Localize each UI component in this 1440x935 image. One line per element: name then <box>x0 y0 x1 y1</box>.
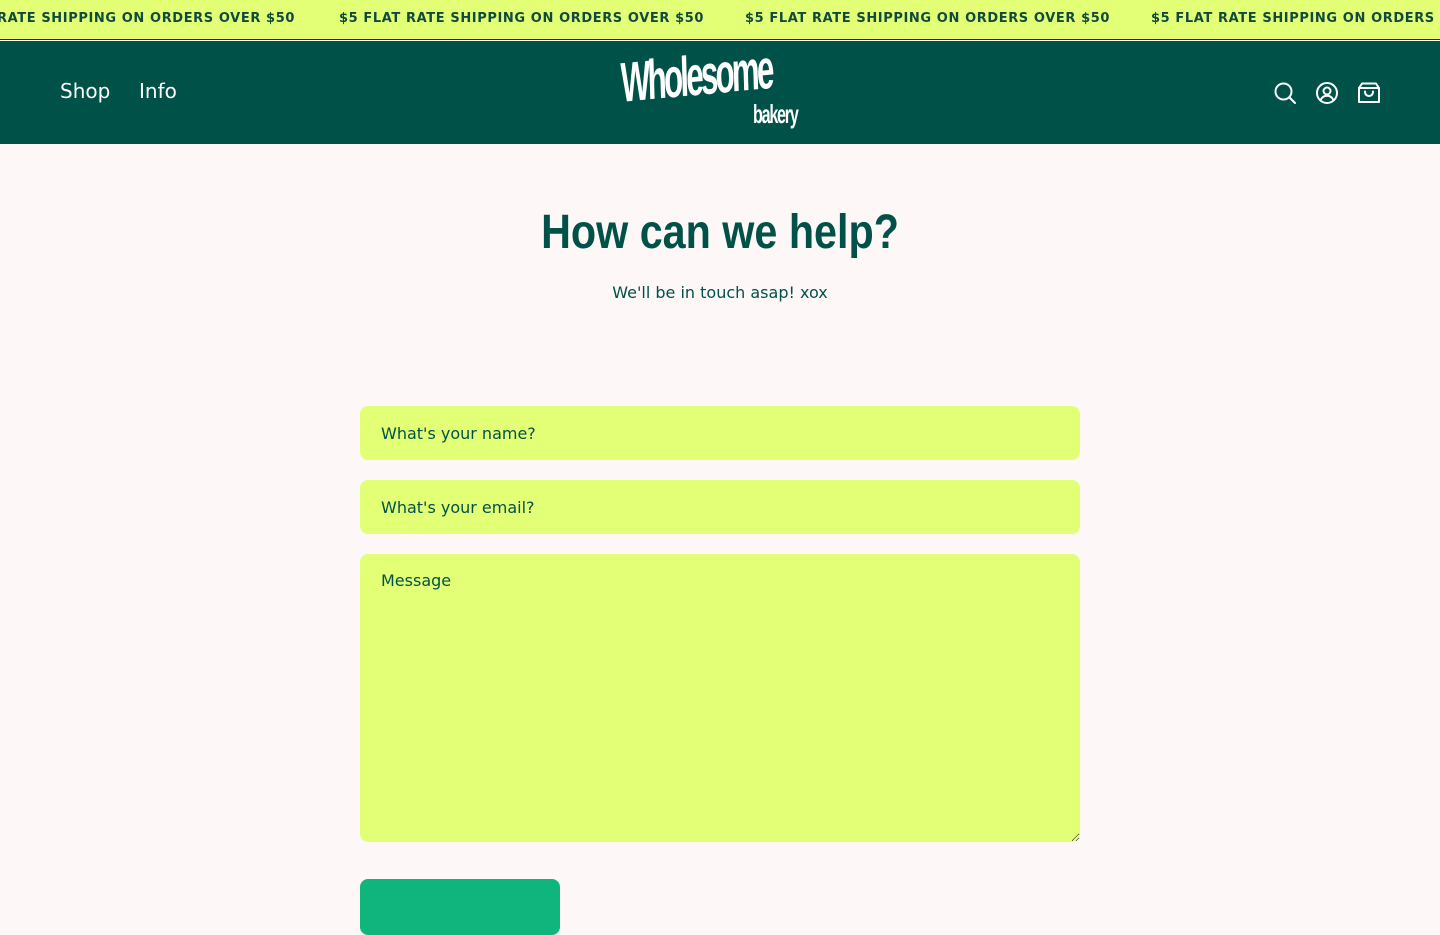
cart-icon[interactable] <box>1357 81 1381 105</box>
announcement-text: $5 FLAT RATE SHIPPING ON ORDERS OVER $50 <box>745 11 1111 26</box>
announcement-text: $5 FLAT RATE SHIPPING ON ORDERS OV <box>1151 11 1440 26</box>
announcement-text: RATE SHIPPING ON ORDERS OVER $50 <box>0 11 295 26</box>
nav-link-info[interactable]: Info <box>139 79 177 103</box>
search-icon[interactable] <box>1273 81 1297 105</box>
submit-button[interactable] <box>360 879 560 935</box>
logo-subtitle: bakery <box>753 99 799 129</box>
announcement-text: $5 FLAT RATE SHIPPING ON ORDERS OVER $50 <box>339 11 705 26</box>
message-field[interactable] <box>360 554 1080 842</box>
page-title: How can we help? <box>541 206 899 259</box>
site-logo[interactable]: Wholesome bakery <box>620 37 822 133</box>
page-subtitle: We'll be in touch asap! xox <box>612 283 828 302</box>
name-field[interactable] <box>360 406 1080 460</box>
announcement-bar: RATE SHIPPING ON ORDERS OVER $50 $5 FLAT… <box>0 0 1440 40</box>
account-icon[interactable] <box>1315 81 1339 105</box>
site-header: Shop Info Wholesome bakery <box>0 37 1440 144</box>
email-field[interactable] <box>360 480 1080 534</box>
logo-wordmark: Wholesome <box>619 36 773 114</box>
nav-link-shop[interactable]: Shop <box>60 79 110 103</box>
